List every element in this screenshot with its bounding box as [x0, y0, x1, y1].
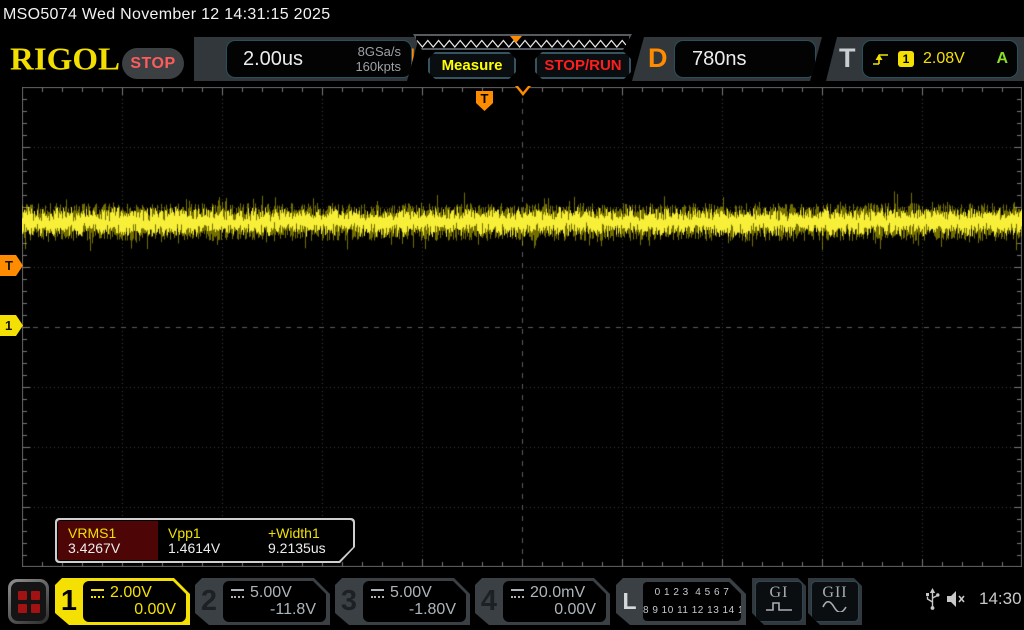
measurement-item[interactable]: Vpp1 1.4614V [158, 521, 258, 560]
channel-1-offset: 0.00V [134, 601, 176, 619]
channel-2-panel: 5.00V -11.8V [223, 581, 326, 622]
channel-4-button[interactable]: 4 20.0mV 0.00V [475, 578, 610, 625]
channel-3-number: 3 [335, 578, 363, 625]
channel-1-button[interactable]: 1 2.00V 0.00V [55, 578, 190, 625]
channel-3-scale: 5.00V [390, 584, 432, 602]
rising-edge-trigger-icon [872, 52, 889, 66]
channel-1-panel: 2.00V 0.00V [83, 581, 186, 622]
channel-2-offset: -11.8V [270, 601, 316, 619]
channel-3-offset: -1.80V [409, 601, 456, 619]
digital-channels-row2: 8 9 10 11 12 13 14 15 [643, 605, 741, 616]
channel-1-scale: 2.00V [110, 584, 152, 602]
acquisition-status-badge: STOP [122, 48, 184, 79]
sample-rate: 8GSa/s [355, 44, 401, 59]
trigger-settings-block[interactable]: T 1 2.08V A [826, 37, 1024, 81]
waveform-position-bar[interactable] [413, 34, 632, 50]
delay-panel: 780ns [674, 40, 816, 78]
dc-coupling-icon [511, 589, 524, 598]
clock: 14:30 [979, 589, 1022, 609]
logic-analyzer-button[interactable]: L 0 1 2 3 4 5 6 7 8 9 10 11 12 13 14 15 [616, 578, 746, 625]
measurement-panel[interactable]: VRMS1 3.4267V Vpp1 1.4614V +Width1 9.213… [55, 518, 355, 563]
rigol-logo: RIGOL [10, 43, 120, 78]
channel-2-scale: 5.00V [250, 584, 292, 602]
generator-1-button[interactable]: GI [752, 578, 806, 625]
trigger-source-badge: 1 [898, 51, 914, 67]
logic-analyzer-label: L [616, 578, 643, 625]
main-menu-button[interactable] [8, 579, 49, 624]
delay-settings-block[interactable]: D 780ns [632, 37, 822, 81]
channel-2-button[interactable]: 2 5.00V -11.8V [195, 578, 330, 625]
stop-run-button[interactable]: STOP/RUN [535, 52, 631, 79]
measurement-panel-body: VRMS1 3.4267V Vpp1 1.4614V +Width1 9.213… [57, 520, 353, 561]
menu-grid-icon [11, 582, 46, 621]
horizontal-settings-block[interactable]: H 2.00us 8GSa/s 160kpts [194, 37, 419, 81]
measure-button[interactable]: Measure [428, 52, 516, 79]
horizontal-panel: 2.00us 8GSa/s 160kpts [226, 40, 412, 78]
channel-4-panel: 20.0mV 0.00V [503, 581, 606, 622]
measurement-name: +Width1 [268, 525, 320, 541]
channel-3-panel: 5.00V -1.80V [363, 581, 466, 622]
trigger-position-in-memory-icon [510, 36, 522, 43]
trigger-label: T [839, 43, 856, 74]
channel-1-ground-marker[interactable]: 1 [0, 315, 23, 336]
measurement-value: 9.2135us [268, 540, 326, 556]
measurement-name: VRMS1 [68, 525, 116, 541]
dc-coupling-icon [231, 589, 244, 598]
oscilloscope-screen: { "title_bar": { "text": "MSO5074 Wed No… [0, 0, 1024, 630]
waveform-overview [416, 36, 629, 48]
pulse-icon [756, 599, 802, 617]
digital-channels-row1: 0 1 2 3 4 5 6 7 [643, 587, 741, 598]
measurement-name: Vpp1 [168, 525, 201, 541]
delay-label: D [648, 43, 668, 74]
trigger-level-marker[interactable]: T [0, 255, 23, 276]
trigger-level-value: 2.08V [923, 50, 965, 68]
dc-coupling-icon [91, 589, 104, 598]
channel-3-button[interactable]: 3 5.00V -1.80V [335, 578, 470, 625]
channel-1-number: 1 [55, 578, 83, 625]
generator-2-panel: GII [811, 581, 859, 622]
waveform-display-area[interactable] [22, 87, 1022, 567]
measurement-item[interactable]: +Width1 9.2135us [258, 521, 351, 560]
measurement-value: 3.4267V [68, 540, 120, 556]
memory-depth: 160kpts [355, 59, 401, 74]
digital-channels-panel: 0 1 2 3 4 5 6 7 8 9 10 11 12 13 14 15 [643, 582, 741, 621]
delay-value: 780ns [692, 48, 747, 71]
speaker-muted-icon [946, 589, 968, 614]
screenshot-caption: MSO5074 Wed November 12 14:31:15 2025 [3, 6, 330, 24]
waveform-canvas [22, 87, 1022, 567]
usb-device-icon [925, 588, 940, 616]
channel-4-number: 4 [475, 578, 503, 625]
measurement-item[interactable]: VRMS1 3.4267V [58, 521, 158, 560]
channel-4-scale: 20.0mV [530, 584, 585, 602]
generator-2-button[interactable]: GII [808, 578, 862, 625]
dc-coupling-icon [371, 589, 384, 598]
trigger-panel: 1 2.08V A [862, 40, 1018, 78]
channel-4-offset: 0.00V [554, 601, 596, 619]
sample-rate-memory-depth: 8GSa/s 160kpts [355, 44, 401, 74]
waveform-overview-zigzag [416, 37, 629, 49]
measurement-value: 1.4614V [168, 540, 220, 556]
timebase-scale: 2.00us [243, 48, 303, 71]
trigger-sweep-mode: A [996, 50, 1008, 68]
sine-icon [812, 599, 858, 617]
channel-2-number: 2 [195, 578, 223, 625]
generator-1-panel: GI [755, 581, 803, 622]
